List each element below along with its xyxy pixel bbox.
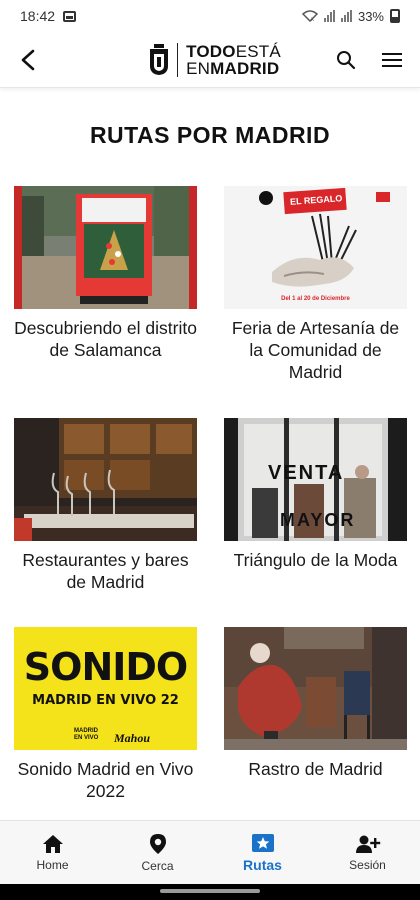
nav-cerca[interactable]: Cerca	[105, 821, 210, 884]
shop-window-sign-line-2: MAYOR	[280, 510, 356, 530]
route-card-salamanca[interactable]: Descubriendo el distrito de Salamanca	[14, 186, 197, 418]
nav-label: Home	[36, 857, 69, 872]
status-time: 18:42	[20, 8, 56, 24]
battery-icon	[390, 9, 400, 23]
route-image-restaurantes	[14, 418, 197, 541]
madrid-crest-icon	[150, 43, 169, 75]
chevron-left-icon	[21, 49, 35, 70]
route-image-rastro	[224, 627, 407, 750]
page-title: RUTAS POR MADRID	[89, 122, 331, 148]
todo-esta-en-madrid-logo[interactable]: TODOESTÁ ENMADRID	[149, 41, 281, 78]
signal-2-icon	[340, 10, 352, 22]
nav-sesion[interactable]: Sesión	[315, 821, 420, 884]
nav-label: Cerca	[141, 858, 174, 873]
menu-button[interactable]	[378, 46, 406, 74]
svg-text:x: x	[311, 17, 314, 22]
route-card-restaurantes[interactable]: Restaurantes y bares de Madrid	[14, 418, 197, 627]
poster-logo-madrid-en-vivo: MADRID EN VIVO	[74, 728, 99, 741]
nav-home[interactable]: Home	[0, 821, 105, 884]
app-header: TODOESTÁ ENMADRID	[0, 32, 420, 88]
home-icon	[42, 834, 63, 853]
route-title: Rastro de Madrid	[248, 759, 383, 779]
location-pin-icon	[149, 833, 166, 854]
route-card-triangulo-moda[interactable]: VENTA MAYOR Triángulo de la Moda	[224, 418, 407, 627]
poster-headline: SONIDO	[23, 645, 188, 689]
poster-logo-mahou: Mahou	[114, 731, 151, 745]
search-button[interactable]	[332, 46, 360, 74]
nav-rutas[interactable]: Rutas	[210, 821, 315, 884]
route-title: Feria de Artesanía de la Comunidad de Ma…	[231, 318, 400, 382]
route-title: Descubriendo el distrito de Salamanca	[14, 318, 197, 360]
signal-icon	[323, 10, 335, 22]
route-card-rastro[interactable]: Rastro de Madrid	[224, 627, 407, 827]
routes-grid: Descubriendo el distrito de Salamanca EL…	[14, 186, 407, 827]
logo-wordmark: TODOESTÁ ENMADRID	[186, 41, 281, 78]
gallery-notification-icon	[63, 10, 77, 22]
search-icon	[337, 50, 356, 69]
nav-label: Sesión	[349, 857, 386, 872]
add-user-icon	[355, 835, 380, 853]
logo-divider	[177, 42, 179, 77]
route-image-triangulo-moda: VENTA MAYOR	[224, 418, 407, 541]
battery-percent: 33%	[357, 8, 384, 24]
nav-label: Rutas	[243, 856, 282, 873]
back-button[interactable]	[14, 46, 42, 74]
poster-date-text: Del 1 al 20 de Diciembre	[281, 296, 350, 302]
route-card-feria-artesania[interactable]: EL REGALO Del 1 al 20 de Diciembre Feria…	[224, 186, 407, 418]
poster-subtitle: MADRID EN VIVO 22	[32, 693, 179, 708]
shop-window-sign-line-1: VENTA	[268, 462, 345, 484]
hamburger-menu-icon	[382, 52, 402, 67]
routes-icon	[251, 833, 274, 852]
route-title: Triángulo de la Moda	[233, 550, 398, 570]
gesture-handle[interactable]	[160, 889, 260, 893]
wifi-icon: x	[301, 10, 318, 22]
route-title: Sonido Madrid en Vivo 2022	[17, 759, 194, 801]
bottom-navigation: Home Cerca Rutas Sesión	[0, 820, 420, 884]
route-image-salamanca	[14, 186, 197, 309]
status-bar: 18:42 x 33%	[0, 0, 420, 32]
route-title: Restaurantes y bares de Madrid	[22, 550, 189, 592]
route-image-sonido-madrid: SONIDO MADRID EN VIVO 22 MADRID EN VIVO …	[14, 627, 197, 750]
route-card-sonido-madrid[interactable]: SONIDO MADRID EN VIVO 22 MADRID EN VIVO …	[14, 627, 197, 827]
route-image-feria-artesania: EL REGALO Del 1 al 20 de Diciembre	[224, 186, 407, 309]
